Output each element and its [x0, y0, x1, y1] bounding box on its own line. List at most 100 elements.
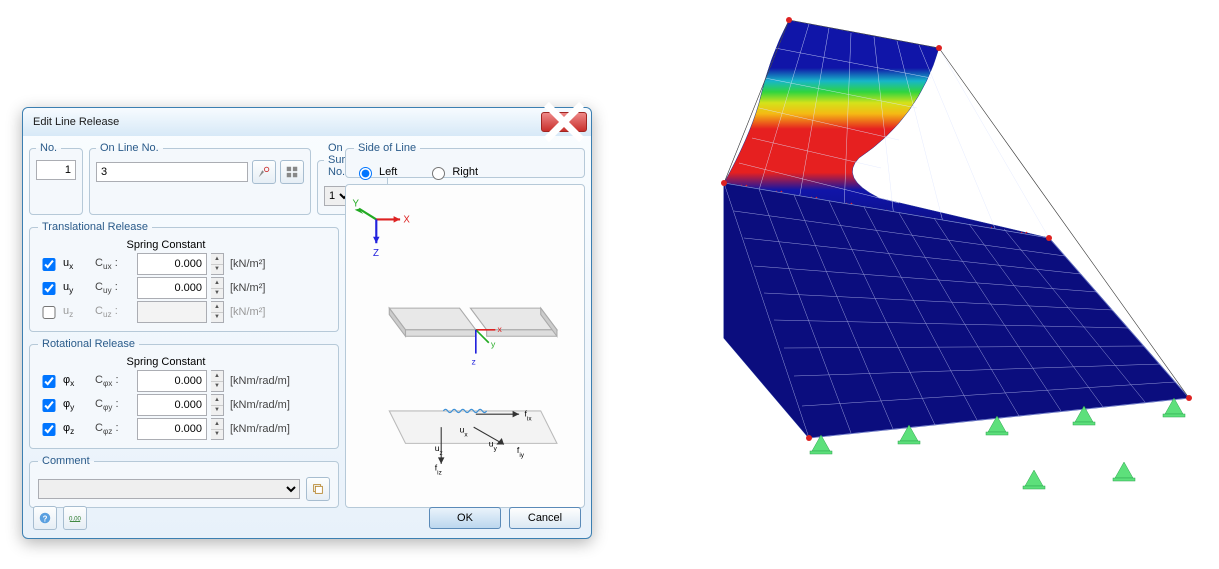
units-button[interactable]: 0.00	[63, 506, 87, 530]
side-group: Side of Line Left Right	[345, 142, 585, 178]
units-icon: 0.00	[68, 511, 82, 525]
unit-label: [kNm/rad/m]	[230, 375, 290, 387]
axis-label: φz	[63, 422, 91, 436]
svg-text:Z: Z	[373, 248, 379, 259]
dialog-footer: ? 0.00 OK Cancel	[33, 506, 581, 530]
spring-value-input[interactable]	[137, 370, 207, 392]
unit-label: [kN/m²]	[230, 258, 265, 270]
spinner[interactable]: ▲▼	[211, 394, 224, 416]
comment-library-button[interactable]	[306, 477, 330, 501]
rotational-checkbox[interactable]	[42, 375, 56, 388]
picker-icon	[257, 165, 271, 179]
spinner: ▲▼	[211, 301, 224, 323]
translational-group: Translational Release Spring Constant ux…	[29, 221, 339, 332]
no-label: No.	[36, 142, 61, 154]
ok-button[interactable]: OK	[429, 507, 501, 529]
axis-label: ux	[63, 257, 91, 271]
spin-up-icon: ▲	[211, 371, 223, 382]
side-left-option[interactable]: Left	[354, 164, 397, 180]
axis-label: uy	[63, 281, 91, 295]
const-label: Cuy :	[95, 281, 133, 295]
spring-header: Spring Constant	[126, 239, 206, 251]
side-right-radio[interactable]	[432, 167, 445, 180]
pick-line-button[interactable]	[252, 160, 276, 184]
svg-text:X: X	[403, 215, 410, 226]
rotational-row: φy Cφy : ▲▼ [kNm/rad/m]	[38, 394, 330, 416]
unit-label: [kNm/rad/m]	[230, 423, 290, 435]
rotational-label: Rotational Release	[38, 338, 139, 350]
help-button[interactable]: ?	[33, 506, 57, 530]
spinner[interactable]: ▲▼	[211, 253, 224, 275]
svg-text:fiz: fiz	[435, 462, 442, 476]
rotational-row: φx Cφx : ▲▼ [kNm/rad/m]	[38, 370, 330, 392]
help-icon: ?	[38, 511, 52, 525]
spin-up-icon: ▲	[211, 278, 223, 289]
translational-row: ux Cux : ▲▼ [kN/m²]	[38, 253, 330, 275]
spin-up-icon: ▲	[211, 395, 223, 406]
dialog-title: Edit Line Release	[33, 116, 541, 128]
spin-up-icon: ▲	[211, 419, 223, 430]
const-label: Cuz :	[95, 305, 133, 319]
grid-icon	[285, 165, 299, 179]
rotational-checkbox[interactable]	[42, 399, 56, 412]
unit-label: [kN/m²]	[230, 282, 265, 294]
comment-label: Comment	[38, 455, 94, 467]
spin-up-icon: ▲	[211, 302, 223, 313]
translational-checkbox[interactable]	[42, 282, 56, 295]
spin-down-icon: ▼	[211, 430, 223, 440]
cancel-button[interactable]: Cancel	[509, 507, 581, 529]
side-label: Side of Line	[354, 142, 420, 154]
close-icon	[542, 100, 586, 144]
online-input[interactable]	[96, 162, 248, 182]
const-label: Cux :	[95, 257, 133, 271]
translational-row: uy Cuy : ▲▼ [kN/m²]	[38, 277, 330, 299]
comment-input[interactable]	[38, 479, 300, 499]
comment-group: Comment	[29, 455, 339, 508]
axis-label: φy	[63, 398, 91, 412]
spring-value-input[interactable]	[137, 253, 207, 275]
translational-checkbox[interactable]	[42, 258, 56, 271]
fea-result-illustration	[599, 8, 1199, 508]
axis-label: φx	[63, 374, 91, 388]
online-group: On Line No.	[89, 142, 311, 215]
translational-checkbox[interactable]	[42, 306, 56, 319]
preview-pane: Y X Z	[345, 184, 585, 508]
rotational-checkbox[interactable]	[42, 423, 56, 436]
axis-label: uz	[63, 305, 91, 319]
spin-down-icon: ▼	[211, 406, 223, 416]
spring-header: Spring Constant	[126, 356, 206, 368]
spinner[interactable]: ▲▼	[211, 370, 224, 392]
spinner[interactable]: ▲▼	[211, 418, 224, 440]
translational-row: uz Cuz : ▲▼ [kN/m²]	[38, 301, 330, 323]
svg-text:?: ?	[43, 515, 48, 524]
svg-text:x: x	[497, 324, 502, 334]
side-left-radio[interactable]	[359, 167, 372, 180]
rotational-row: φzCφz :▲▼[kNm/rad/m]	[38, 418, 330, 440]
const-label: Cφy :	[95, 398, 133, 412]
const-label: Cφx :	[95, 374, 133, 388]
unit-label: [kNm/rad/m]	[230, 399, 290, 411]
spring-value-input[interactable]	[137, 277, 207, 299]
unit-label: [kN/m²]	[230, 306, 265, 318]
svg-text:z: z	[471, 356, 475, 366]
spin-up-icon: ▲	[211, 254, 223, 265]
svg-text:y: y	[491, 339, 496, 349]
spin-down-icon: ▼	[211, 265, 223, 275]
translational-label: Translational Release	[38, 221, 152, 233]
edit-line-release-dialog: Edit Line Release No. On Line No.	[22, 107, 592, 539]
side-right-option[interactable]: Right	[427, 164, 478, 180]
no-input[interactable]	[36, 160, 76, 180]
spinner[interactable]: ▲▼	[211, 277, 224, 299]
svg-text:fiy: fiy	[517, 445, 525, 459]
no-group: No.	[29, 142, 83, 215]
close-button[interactable]	[541, 112, 587, 132]
spin-down-icon: ▼	[211, 382, 223, 392]
rotational-group: Rotational Release Spring Constant φx Cφx…	[29, 338, 339, 449]
online-label: On Line No.	[96, 142, 163, 154]
spin-down-icon: ▼	[211, 289, 223, 299]
new-line-button[interactable]	[280, 160, 304, 184]
spring-value-input[interactable]	[137, 394, 207, 416]
preview-illustration: Y X Z	[346, 185, 584, 507]
title-bar: Edit Line Release	[23, 108, 591, 136]
spring-value-input[interactable]	[137, 418, 207, 440]
